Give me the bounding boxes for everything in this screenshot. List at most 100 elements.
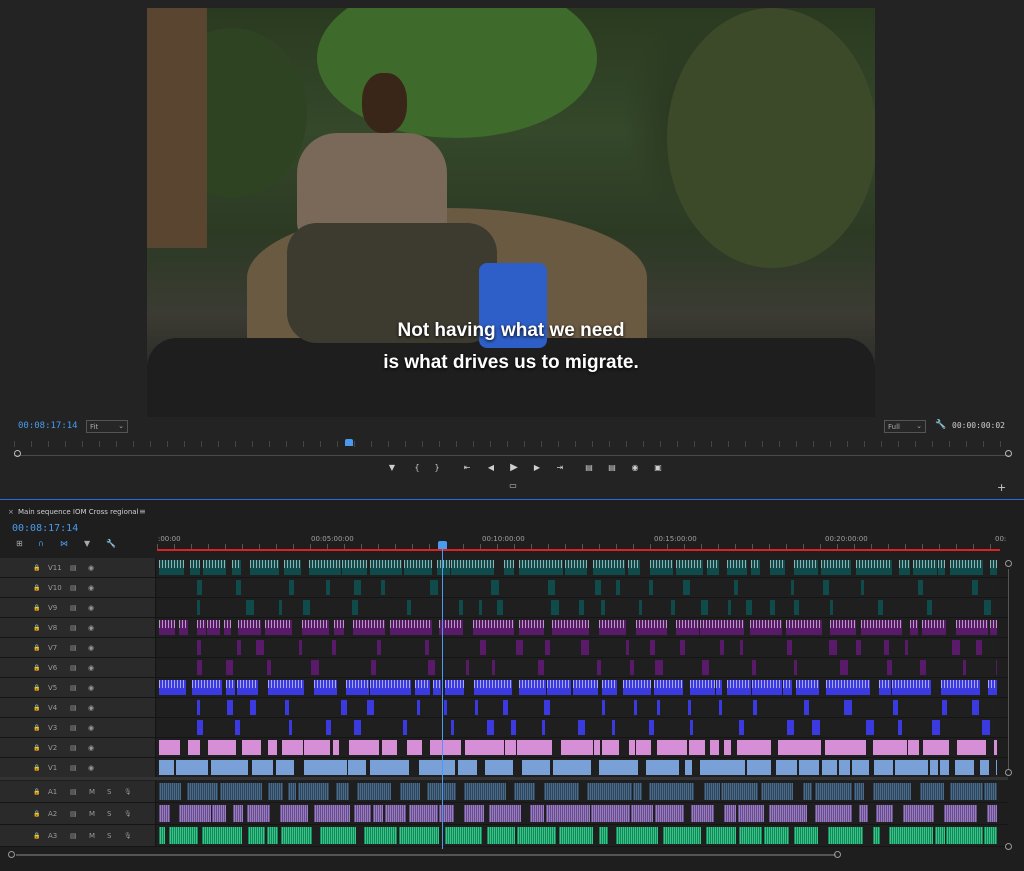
timeline-timecode[interactable]: 00:08:17:14 <box>12 523 78 534</box>
lock-icon[interactable]: 🔒 <box>33 604 40 611</box>
clip[interactable] <box>676 560 703 575</box>
clip[interactable] <box>304 740 330 755</box>
clip[interactable] <box>248 827 265 844</box>
clip[interactable] <box>691 805 714 822</box>
clip[interactable] <box>250 560 279 575</box>
clip[interactable] <box>701 600 708 615</box>
clip[interactable] <box>197 620 206 635</box>
clip[interactable] <box>207 620 220 635</box>
eye-icon[interactable]: ◉ <box>88 684 94 692</box>
clip[interactable] <box>190 560 200 575</box>
sync-lock-icon[interactable]: ▤ <box>70 764 77 772</box>
clip[interactable] <box>159 620 175 635</box>
lock-icon[interactable]: 🔒 <box>33 684 40 691</box>
clip[interactable] <box>852 760 869 775</box>
clip[interactable] <box>984 783 997 800</box>
clip[interactable] <box>403 720 407 735</box>
clip[interactable] <box>601 600 605 615</box>
clip[interactable] <box>451 720 454 735</box>
vscroll-thumb[interactable] <box>1008 569 1009 769</box>
eye-icon[interactable]: ◉ <box>88 744 94 752</box>
clip[interactable] <box>922 620 946 635</box>
clip[interactable] <box>821 560 851 575</box>
clip[interactable] <box>990 560 997 575</box>
clip[interactable] <box>197 700 200 715</box>
vscroll-bottom-handle[interactable] <box>1005 843 1012 850</box>
mark-in-icon[interactable]: { <box>410 462 424 474</box>
clip[interactable] <box>545 640 550 655</box>
clip[interactable] <box>407 600 411 615</box>
clip[interactable] <box>905 640 908 655</box>
clip[interactable] <box>594 740 600 755</box>
clip[interactable] <box>399 827 439 844</box>
clip[interactable] <box>630 660 634 675</box>
track-lane[interactable] <box>157 618 999 637</box>
clip[interactable] <box>980 760 989 775</box>
sync-lock-icon[interactable]: ▤ <box>70 584 77 592</box>
sync-lock-icon[interactable]: ▤ <box>70 810 77 818</box>
clip[interactable] <box>208 740 236 755</box>
track-label[interactable]: V11 <box>48 564 62 572</box>
clip[interactable] <box>825 740 866 755</box>
clip[interactable] <box>822 760 837 775</box>
clip[interactable] <box>281 827 312 844</box>
clip[interactable] <box>288 783 296 800</box>
zoom-select[interactable]: Fit ⌄ <box>86 420 128 433</box>
clip[interactable] <box>326 580 330 595</box>
resolution-select[interactable]: Full ⌄ <box>884 420 926 433</box>
clip[interactable] <box>706 827 736 844</box>
clip[interactable] <box>487 720 494 735</box>
clip[interactable] <box>753 700 757 715</box>
clip[interactable] <box>740 640 743 655</box>
clip[interactable] <box>354 580 361 595</box>
clip[interactable] <box>616 580 620 595</box>
clip[interactable] <box>879 680 891 695</box>
clip[interactable] <box>972 580 978 595</box>
clip[interactable] <box>591 805 630 822</box>
clip[interactable] <box>663 827 701 844</box>
track-label[interactable]: A3 <box>48 832 57 840</box>
clip[interactable] <box>370 560 402 575</box>
clip[interactable] <box>876 805 893 822</box>
clip[interactable] <box>634 700 637 715</box>
eye-icon[interactable]: ◉ <box>88 664 94 672</box>
clip[interactable] <box>859 805 868 822</box>
clip[interactable] <box>409 805 438 822</box>
clip[interactable] <box>776 760 797 775</box>
clip[interactable] <box>889 827 933 844</box>
clip[interactable] <box>445 680 464 695</box>
clip[interactable] <box>930 760 938 775</box>
clip[interactable] <box>685 760 692 775</box>
clip[interactable] <box>938 560 945 575</box>
clip[interactable] <box>238 620 261 635</box>
step-forward-icon[interactable]: ▶ <box>530 462 544 474</box>
clip[interactable] <box>192 680 222 695</box>
clip[interactable] <box>794 827 818 844</box>
clip[interactable] <box>176 760 208 775</box>
clip[interactable] <box>927 600 932 615</box>
timeline-settings-icon[interactable]: 🔧 <box>106 539 116 548</box>
clip[interactable] <box>519 620 544 635</box>
mute-button[interactable]: M <box>89 832 95 840</box>
clip[interactable] <box>787 640 792 655</box>
clip[interactable] <box>957 740 986 755</box>
clip[interactable] <box>626 640 629 655</box>
clip[interactable] <box>364 827 397 844</box>
mark-out-icon[interactable]: } <box>430 462 444 474</box>
sync-lock-icon[interactable]: ▤ <box>70 724 77 732</box>
track-label[interactable]: V1 <box>48 764 57 772</box>
sync-lock-icon[interactable]: ▤ <box>70 684 77 692</box>
clip[interactable] <box>786 620 822 635</box>
eye-icon[interactable]: ◉ <box>88 624 94 632</box>
clip[interactable] <box>839 760 850 775</box>
clip[interactable] <box>492 660 495 675</box>
clip[interactable] <box>854 783 864 800</box>
video-frame[interactable]: Not having what we need is what drives u… <box>147 8 875 417</box>
clip[interactable] <box>353 620 385 635</box>
clip[interactable] <box>349 740 379 755</box>
clip[interactable] <box>341 700 347 715</box>
lock-icon[interactable]: 🔒 <box>33 584 40 591</box>
clip[interactable] <box>739 827 762 844</box>
track-label[interactable]: V4 <box>48 704 57 712</box>
vertical-scrollbar[interactable] <box>1005 560 1013 850</box>
